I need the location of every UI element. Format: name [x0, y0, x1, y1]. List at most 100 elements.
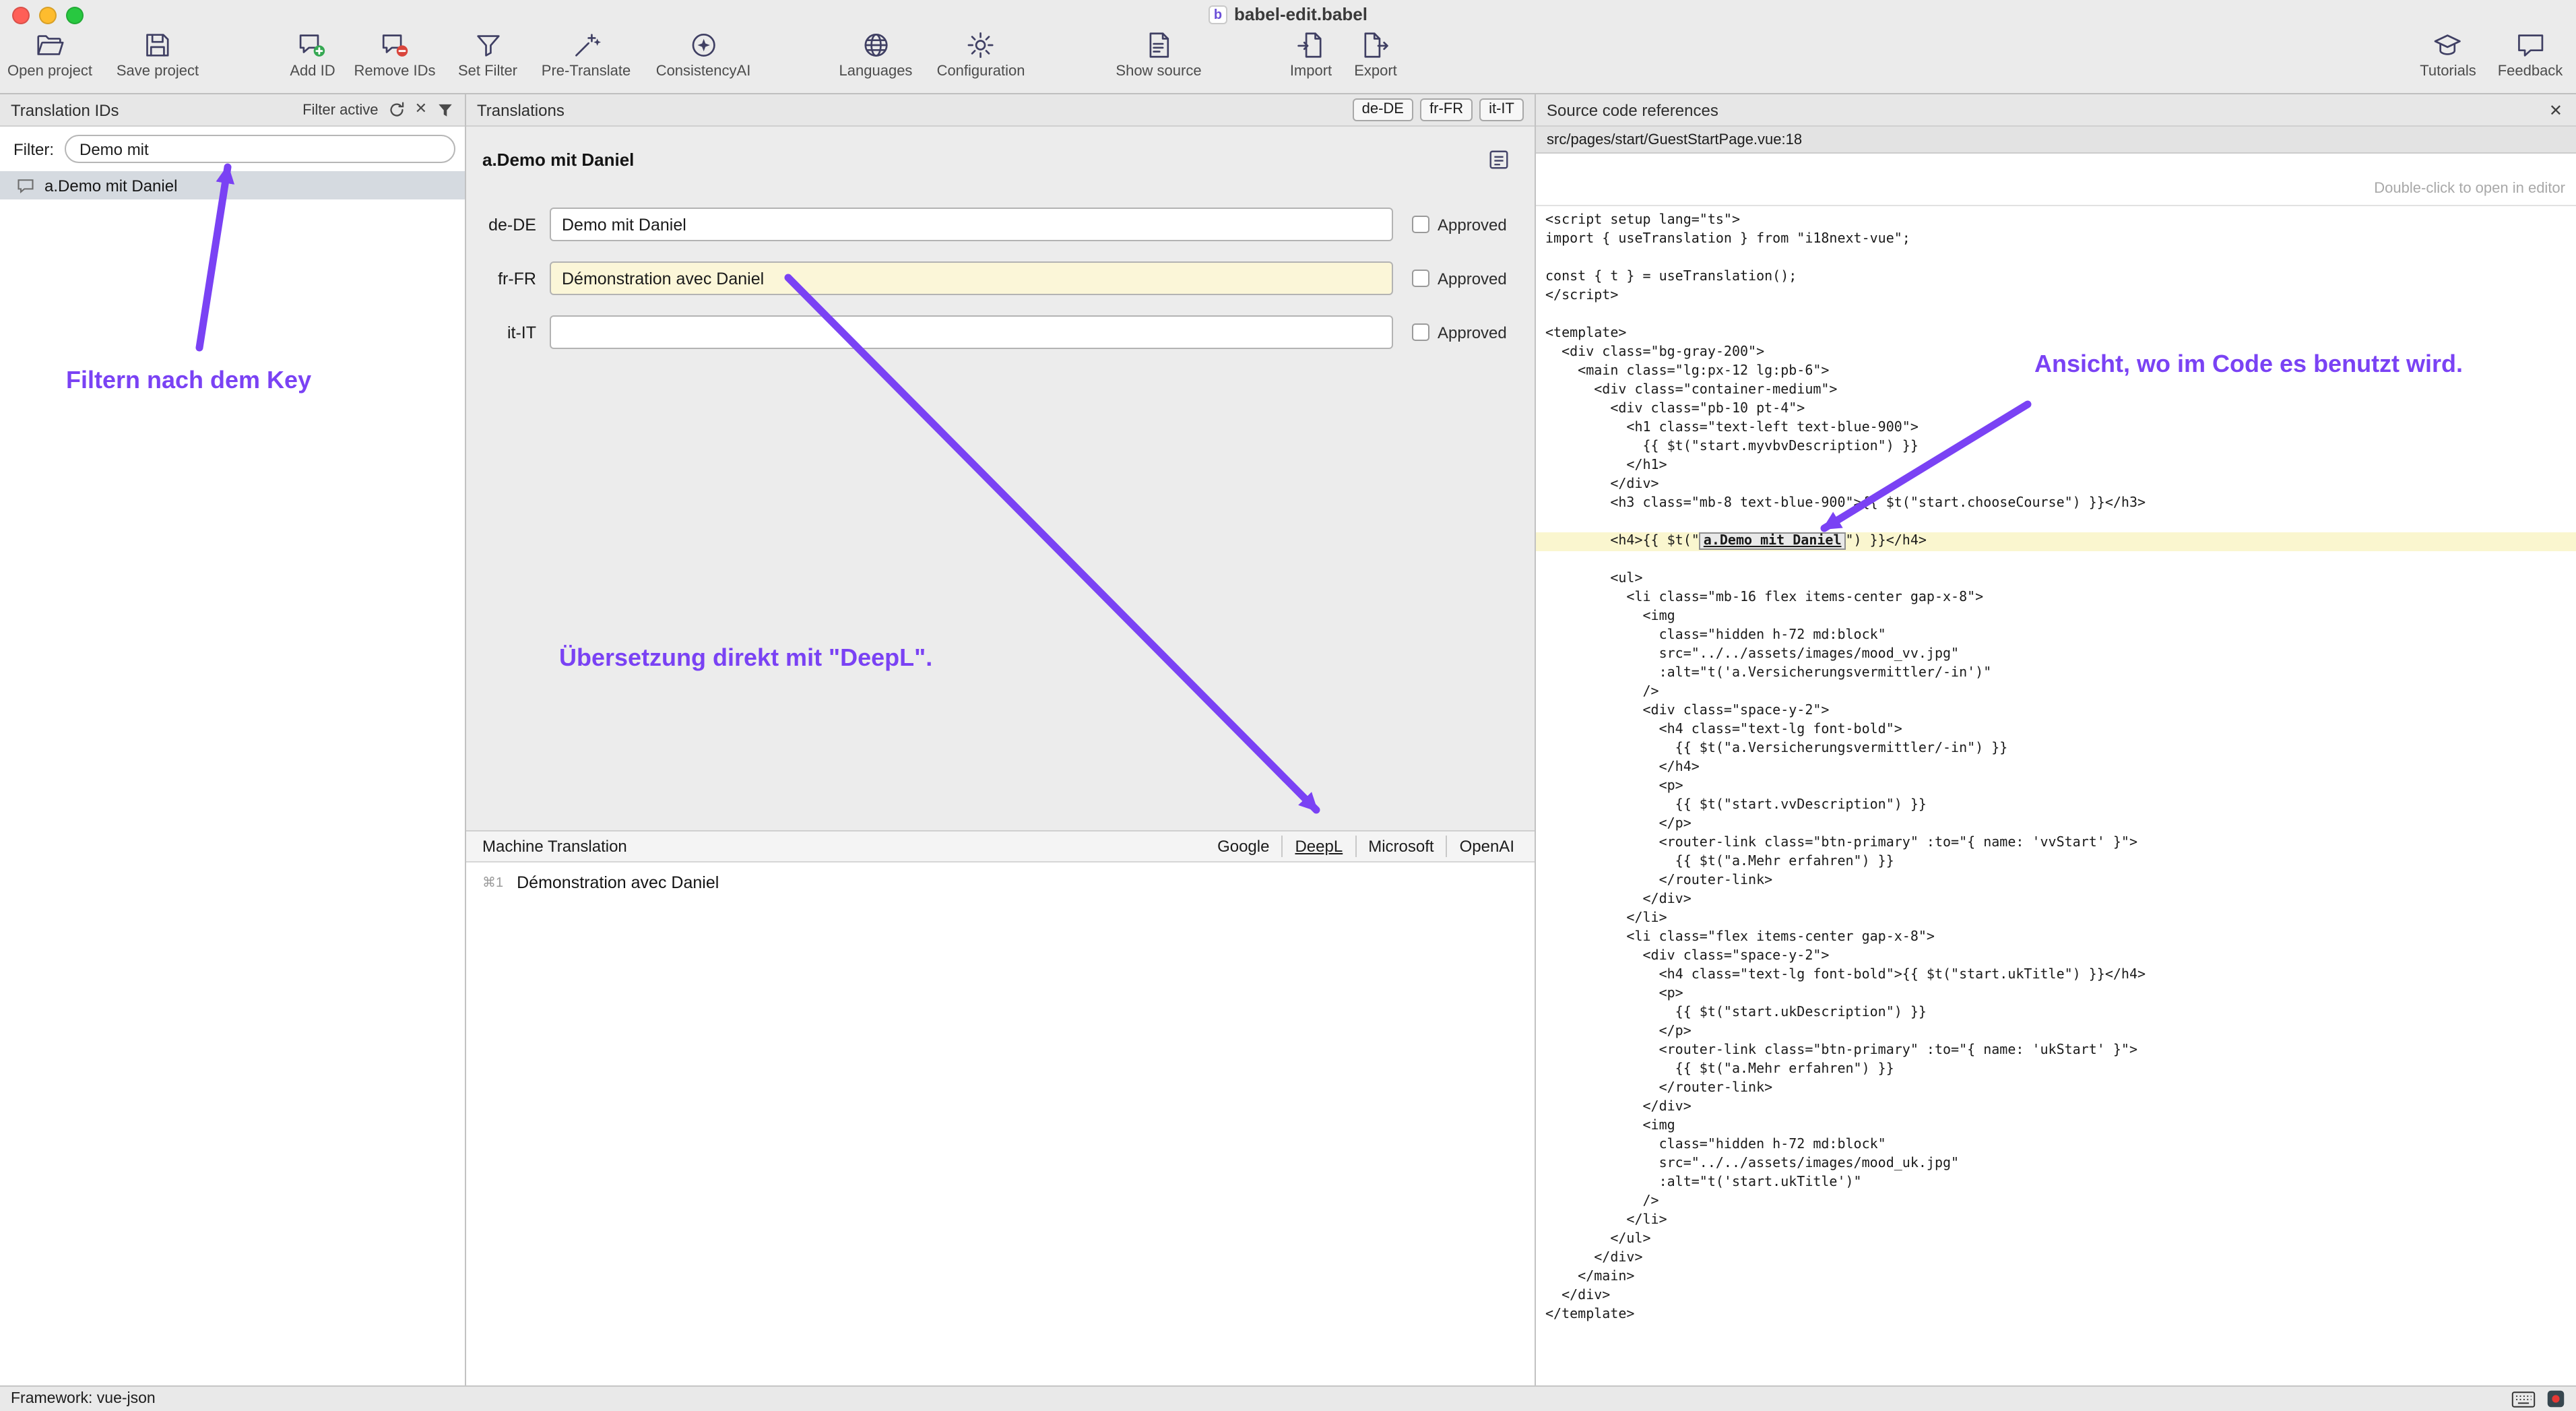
- code-line: {{ $t("a.Mehr erfahren") }}: [1536, 1061, 2576, 1079]
- approved-checkbox-de-DE[interactable]: [1412, 216, 1429, 233]
- consistency-ai-icon: [688, 30, 719, 61]
- annotation-deepl: Übersetzung direkt mit "DeepL".: [559, 644, 932, 672]
- source-hint: Double-click to open in editor: [1536, 154, 2576, 206]
- toolbar-button-save-project[interactable]: Save project: [117, 30, 199, 80]
- translation-id-item[interactable]: a.Demo mit Daniel: [0, 171, 465, 199]
- language-tab-it-IT[interactable]: it-IT: [1479, 98, 1524, 121]
- code-line: [1536, 551, 2576, 570]
- toolbar-label: Import: [1290, 63, 1332, 80]
- message-icon: [16, 176, 35, 195]
- code-line: :alt="t('a.Versicherungsvermittler/-in')…: [1536, 664, 2576, 683]
- toolbar-label: Remove IDs: [354, 63, 435, 80]
- close-icon[interactable]: ✕: [2546, 100, 2565, 119]
- feedback-icon: [2515, 30, 2546, 61]
- clear-filter-icon[interactable]: ✕: [415, 101, 427, 119]
- toolbar-button-pre-translate[interactable]: Pre-Translate: [542, 30, 631, 80]
- code-line: {{ $t("a.Mehr erfahren") }}: [1536, 853, 2576, 872]
- toolbar-button-export[interactable]: Export: [1354, 30, 1397, 80]
- window-title-text: babel-edit.babel: [1234, 4, 1367, 24]
- import-icon: [1295, 30, 1326, 61]
- machine-translation-text: Démonstration avec Daniel: [517, 873, 719, 892]
- translation-input-de-DE[interactable]: [550, 208, 1393, 241]
- language-tabs: de-DE fr-FR it-IT: [1346, 98, 1524, 121]
- code-line: </div>: [1536, 1249, 2576, 1268]
- code-line: src="../../assets/images/mood_vv.jpg": [1536, 646, 2576, 664]
- code-line: class="hidden h-72 md:block": [1536, 627, 2576, 646]
- code-line: </template>: [1536, 1306, 2576, 1325]
- filter-funnel-icon[interactable]: [437, 101, 454, 119]
- code-line: <h4 class="text-lg font-bold">: [1536, 721, 2576, 740]
- code-line: <router-link class="btn-primary" :to="{ …: [1536, 834, 2576, 853]
- translation-ids-panel: Translation IDs Filter active ✕ Filter: …: [0, 94, 466, 1385]
- code-line: <ul>: [1536, 570, 2576, 589]
- source-file-tab[interactable]: src/pages/start/GuestStartPage.vue:18: [1547, 131, 1802, 148]
- language-label: it-IT: [482, 323, 536, 342]
- code-line: <h1 class="text-left text-blue-900">: [1536, 419, 2576, 438]
- toolbar-button-remove-ids[interactable]: Remove IDs: [354, 30, 435, 80]
- export-icon: [1360, 30, 1391, 61]
- code-line: src="../../assets/images/mood_uk.jpg": [1536, 1155, 2576, 1174]
- toolbar-label: Show source: [1116, 63, 1201, 80]
- add-id-icon: [297, 30, 328, 61]
- code-line: </li>: [1536, 1212, 2576, 1230]
- shortcut-badge: ⌘1: [482, 875, 503, 890]
- toolbar-button-tutorials[interactable]: Tutorials: [2420, 30, 2476, 80]
- translation-input-it-IT[interactable]: [550, 315, 1393, 349]
- open-project-icon: [34, 30, 65, 61]
- tutorials-icon: [2433, 30, 2464, 61]
- main-area: Translation IDs Filter active ✕ Filter: …: [0, 94, 2576, 1385]
- source-file-tabstrip: src/pages/start/GuestStartPage.vue:18: [1536, 127, 2576, 154]
- code-line: const { t } = useTranslation();: [1536, 268, 2576, 287]
- source-code: <script setup lang="ts">import { useTran…: [1536, 206, 2576, 1385]
- code-line: </div>: [1536, 1287, 2576, 1306]
- filter-input[interactable]: [65, 135, 455, 163]
- pre-translate-icon: [571, 30, 602, 61]
- selected-id-title: a.Demo mit Daniel: [482, 150, 634, 170]
- code-line: <div class="space-y-2">: [1536, 947, 2576, 966]
- toolbar-button-add-id[interactable]: Add ID: [290, 30, 335, 80]
- refresh-filter-icon[interactable]: [388, 101, 406, 119]
- app-indicator-icon[interactable]: [2546, 1389, 2565, 1408]
- toolbar-button-show-source[interactable]: Show source: [1116, 30, 1201, 80]
- code-line: [1536, 306, 2576, 325]
- translation-input-fr-FR[interactable]: [550, 261, 1393, 295]
- toolbar-button-consistency-ai[interactable]: ConsistencyAI: [656, 30, 751, 80]
- translation-ids-title: Translation IDs: [11, 100, 119, 119]
- keyboard-icon[interactable]: [2511, 1390, 2536, 1408]
- toolbar-button-open-project[interactable]: Open project: [7, 30, 92, 80]
- framework-status: Framework: vue-json: [11, 1391, 156, 1407]
- code-line: <li class="flex items-center gap-x-8">: [1536, 929, 2576, 947]
- mt-provider-tab-deepl[interactable]: DeepL: [1281, 836, 1355, 857]
- language-tab-de-DE[interactable]: de-DE: [1353, 98, 1413, 121]
- approved-checkbox-it-IT[interactable]: [1412, 323, 1429, 341]
- filter-row: Filter:: [0, 127, 465, 171]
- toolbar-button-feedback[interactable]: Feedback: [2498, 30, 2563, 80]
- mt-provider-tab-openai[interactable]: OpenAI: [1446, 836, 1526, 857]
- code-line: <div class="space-y-2">: [1536, 702, 2576, 721]
- toolbar-button-configuration[interactable]: Configuration: [937, 30, 1025, 80]
- configuration-icon: [965, 30, 996, 61]
- code-line: {{ $t("start.myvbvDescription") }}: [1536, 438, 2576, 457]
- annotation-code-usage: Ansicht, wo im Code es benutzt wird.: [2034, 350, 2463, 379]
- approved-checkbox-fr-FR[interactable]: [1412, 270, 1429, 287]
- translation-key-reference[interactable]: a.Demo mit Daniel: [1700, 532, 1846, 550]
- code-line: </h4>: [1536, 759, 2576, 778]
- translation-id-list: a.Demo mit Daniel: [0, 171, 465, 1385]
- code-line: </main>: [1536, 1268, 2576, 1287]
- translation-id-label: a.Demo mit Daniel: [44, 176, 177, 195]
- machine-translation-result[interactable]: ⌘1 Démonstration avec Daniel: [482, 873, 1518, 892]
- code-line: <template>: [1536, 325, 2576, 344]
- code-line: />: [1536, 1193, 2576, 1212]
- mt-provider-tab-google[interactable]: Google: [1205, 836, 1281, 857]
- toolbar-button-set-filter[interactable]: Set Filter: [458, 30, 517, 80]
- source-references-panel: Source code references ✕ src/pages/start…: [1536, 94, 2576, 1385]
- show-source-icon: [1143, 30, 1174, 61]
- mt-provider-tab-microsoft[interactable]: Microsoft: [1355, 836, 1446, 857]
- comment-icon[interactable]: [1487, 148, 1510, 171]
- machine-translation-header: Machine Translation GoogleDeepLMicrosoft…: [466, 830, 1535, 863]
- toolbar-button-languages[interactable]: Languages: [839, 30, 913, 80]
- toolbar-button-import[interactable]: Import: [1290, 30, 1332, 80]
- languages-icon: [860, 30, 891, 61]
- toolbar-label: Tutorials: [2420, 63, 2476, 80]
- language-tab-fr-FR[interactable]: fr-FR: [1420, 98, 1473, 121]
